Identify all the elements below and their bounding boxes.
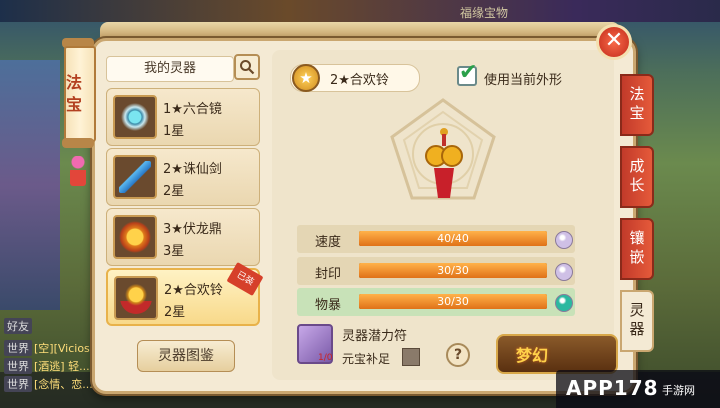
tab-fabao[interactable]: 法宝 xyxy=(620,74,654,136)
scene-left-edge xyxy=(0,60,60,310)
chat-line: 世界 [念情、恋... xyxy=(4,376,93,392)
chat-line: 世界 [空][Vicios... xyxy=(4,340,100,356)
tab-spirit[interactable]: 灵器 xyxy=(620,290,654,352)
slot-dot-icon xyxy=(555,231,573,249)
cauldron-icon xyxy=(113,215,157,259)
search-button[interactable] xyxy=(234,54,260,80)
progress-bar: 30/30 xyxy=(359,294,547,309)
close-button[interactable]: ✕ xyxy=(596,24,632,60)
refine-button[interactable] xyxy=(496,334,618,374)
help-button[interactable]: ? xyxy=(446,343,470,367)
tab-growth[interactable]: 成长 xyxy=(620,146,654,208)
mirror-icon xyxy=(113,95,157,139)
stat-row-speed: 速度 40/40 xyxy=(297,225,575,253)
tab-inlay[interactable]: 镶嵌 xyxy=(620,218,654,280)
list-item-selected[interactable]: 2★合欢铃 2星 已装 xyxy=(106,261,264,326)
list-item[interactable]: 2★诛仙剑 2星 xyxy=(106,148,260,206)
equipped-badge: 已装 xyxy=(226,261,264,297)
progress-bar: 30/30 xyxy=(359,263,547,278)
artifact-name: 2★合欢铃 xyxy=(330,73,389,88)
catalog-button[interactable]: 灵器图鉴 xyxy=(137,340,235,372)
watermark-sub: 手游网 xyxy=(662,384,695,397)
stat-row-seal: 封印 30/30 xyxy=(297,257,575,285)
panel-top-band xyxy=(100,22,620,38)
bell-artifact-icon xyxy=(425,128,463,198)
bell-icon xyxy=(114,276,158,320)
check-icon: ✔ xyxy=(459,60,478,85)
artifact-list[interactable]: 1★六合镜 1星 2★诛仙剑 2星 3★伏龙鼎 3星 2★合欢铃 2星 已装 xyxy=(106,84,264,330)
auto-fill-label: 元宝补足 xyxy=(342,352,391,366)
charm-count: 1/0 xyxy=(318,353,333,363)
game-logo: 梦幻 xyxy=(516,346,549,365)
list-item[interactable]: 1★六合镜 1星 xyxy=(106,88,260,146)
chat-line: 世界 [酒逃] 轻... xyxy=(4,358,90,374)
tassel-icon xyxy=(70,156,86,186)
auto-fill-checkbox[interactable] xyxy=(402,348,420,366)
search-icon xyxy=(240,60,255,75)
progress-bar: 40/40 xyxy=(359,231,547,246)
list-title: 我的灵器 xyxy=(106,56,234,82)
slot-dot-icon xyxy=(555,294,573,312)
top-hud-strip xyxy=(0,0,720,22)
hud-title: 福缘宝物 xyxy=(460,6,509,20)
list-item[interactable]: 3★伏龙鼎 3星 xyxy=(106,208,260,266)
stat-row-crit: 物暴 30/30 xyxy=(297,288,575,316)
chat-friend[interactable]: 好友 xyxy=(4,318,34,334)
close-icon: ✕ xyxy=(604,28,624,53)
fabao-scroll-tab[interactable]: 法宝 xyxy=(58,38,98,188)
sword-icon xyxy=(113,155,157,199)
watermark-logo: APP178 xyxy=(566,376,659,400)
scroll-label: 法宝 xyxy=(64,46,96,142)
charm-name: 灵器潜力符 xyxy=(342,329,408,344)
scroll-cap xyxy=(62,138,94,148)
slot-dot-icon xyxy=(555,263,573,281)
star-icon: ★ xyxy=(292,64,320,92)
use-look-label: 使用当前外形 xyxy=(484,73,563,88)
